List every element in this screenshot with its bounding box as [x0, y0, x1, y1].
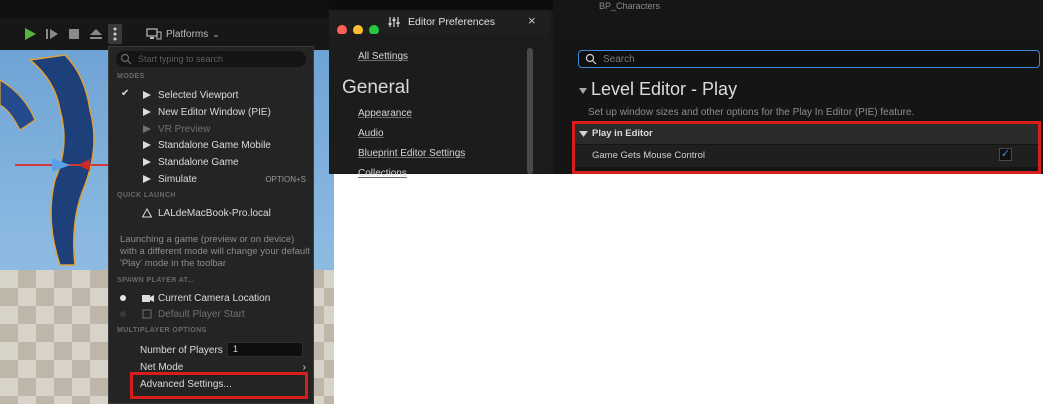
search-placeholder: Search [603, 53, 635, 65]
warning-icon [142, 208, 152, 218]
simulate-icon [143, 175, 151, 183]
device-label: LALdeMacBook-Pro.local [158, 207, 271, 219]
eject-icon[interactable] [88, 24, 104, 44]
play-icon [143, 158, 151, 166]
preferences-search-input[interactable]: Search [578, 50, 1040, 68]
highlight-box [572, 121, 1041, 174]
search-icon [120, 53, 132, 65]
window-title: Editor Preferences [408, 16, 495, 28]
spawn-default-player-start[interactable]: Default Player Start [110, 306, 310, 322]
search-icon [585, 53, 597, 65]
net-mode-label: Net Mode [140, 361, 184, 373]
mode-vr-preview[interactable]: VR Preview [110, 121, 310, 137]
multiplayer-header: MULTIPLAYER OPTIONS [117, 327, 207, 334]
radio-selected-icon [120, 295, 126, 301]
nav-appearance[interactable]: Appearance [358, 108, 412, 119]
mode-new-editor-window[interactable]: New Editor Window (PIE) [110, 104, 310, 120]
vertical-dots-icon[interactable] [108, 24, 122, 44]
launch-description: Launching a game (preview or on device) … [120, 234, 310, 269]
collapse-triangle-icon[interactable] [578, 86, 588, 96]
background-tab-area: BP_Characters [553, 0, 1043, 34]
character-silhouette [0, 54, 110, 266]
preferences-titlebar: Editor Preferences × [329, 10, 549, 35]
mode-label: Standalone Game [158, 156, 239, 168]
play-icon [143, 125, 151, 133]
spawn-label: Default Player Start [158, 308, 245, 320]
chevron-right-icon: › [302, 361, 306, 373]
mode-simulate[interactable]: Simulate OPTION+S [110, 171, 310, 187]
platforms-icon [146, 28, 162, 40]
number-of-players-label: Number of Players [140, 344, 223, 356]
section-description: Set up window sizes and other options fo… [588, 107, 915, 118]
mode-label: Simulate [158, 173, 197, 185]
mode-standalone-mobile[interactable]: Standalone Game Mobile [110, 137, 310, 153]
nav-blueprint-editor-settings[interactable]: Blueprint Editor Settings [358, 148, 465, 159]
background-tab-label: BP_Characters [599, 1, 661, 11]
quick-launch-header: QUICK LAUNCH [117, 192, 176, 199]
mode-label: VR Preview [158, 123, 211, 135]
play-icon [143, 141, 151, 149]
stop-icon[interactable] [66, 24, 82, 44]
mode-label: Selected Viewport [158, 89, 239, 101]
play-frame-icon[interactable] [44, 24, 60, 44]
nav-collections[interactable]: Collections [358, 168, 407, 179]
mode-label: New Editor Window (PIE) [158, 106, 271, 118]
spawn-current-camera[interactable]: Current Camera Location [110, 290, 310, 306]
highlight-box [130, 372, 308, 399]
mode-label: Standalone Game Mobile [158, 139, 271, 151]
all-settings-link[interactable]: All Settings [358, 51, 408, 62]
mode-selected-viewport[interactable]: ✔ Selected Viewport [110, 87, 310, 103]
radio-unselected-icon [120, 311, 126, 317]
platforms-button[interactable]: Platforms ⌄ [146, 24, 226, 44]
play-icon [143, 91, 151, 99]
camera-icon [142, 295, 154, 302]
menu-search-input[interactable]: Start typing to search [116, 51, 306, 67]
chevron-down-icon: ⌄ [212, 28, 220, 39]
play-icon [143, 108, 151, 116]
modes-header: MODES [117, 73, 145, 80]
player-start-icon [142, 309, 152, 319]
sidebar-scrollbar[interactable] [527, 48, 533, 174]
general-header: General [342, 77, 410, 98]
check-icon: ✔ [121, 88, 130, 99]
close-tab-icon[interactable]: × [528, 13, 536, 28]
spawn-header: SPAWN PLAYER AT... [117, 277, 195, 284]
number-of-players-input[interactable]: 1 [227, 342, 303, 357]
sliders-icon [388, 17, 400, 27]
shortcut-label: OPTION+S [265, 174, 306, 184]
nav-audio[interactable]: Audio [358, 128, 384, 139]
spawn-label: Current Camera Location [158, 292, 271, 304]
search-placeholder: Start typing to search [138, 54, 224, 64]
platforms-label: Platforms [166, 28, 209, 40]
top-strip [0, 0, 334, 18]
play-icon[interactable] [22, 24, 38, 44]
mode-standalone-game[interactable]: Standalone Game [110, 154, 310, 170]
device-launch-item[interactable]: LALdeMacBook-Pro.local [110, 205, 310, 221]
section-title: Level Editor - Play [591, 79, 738, 99]
